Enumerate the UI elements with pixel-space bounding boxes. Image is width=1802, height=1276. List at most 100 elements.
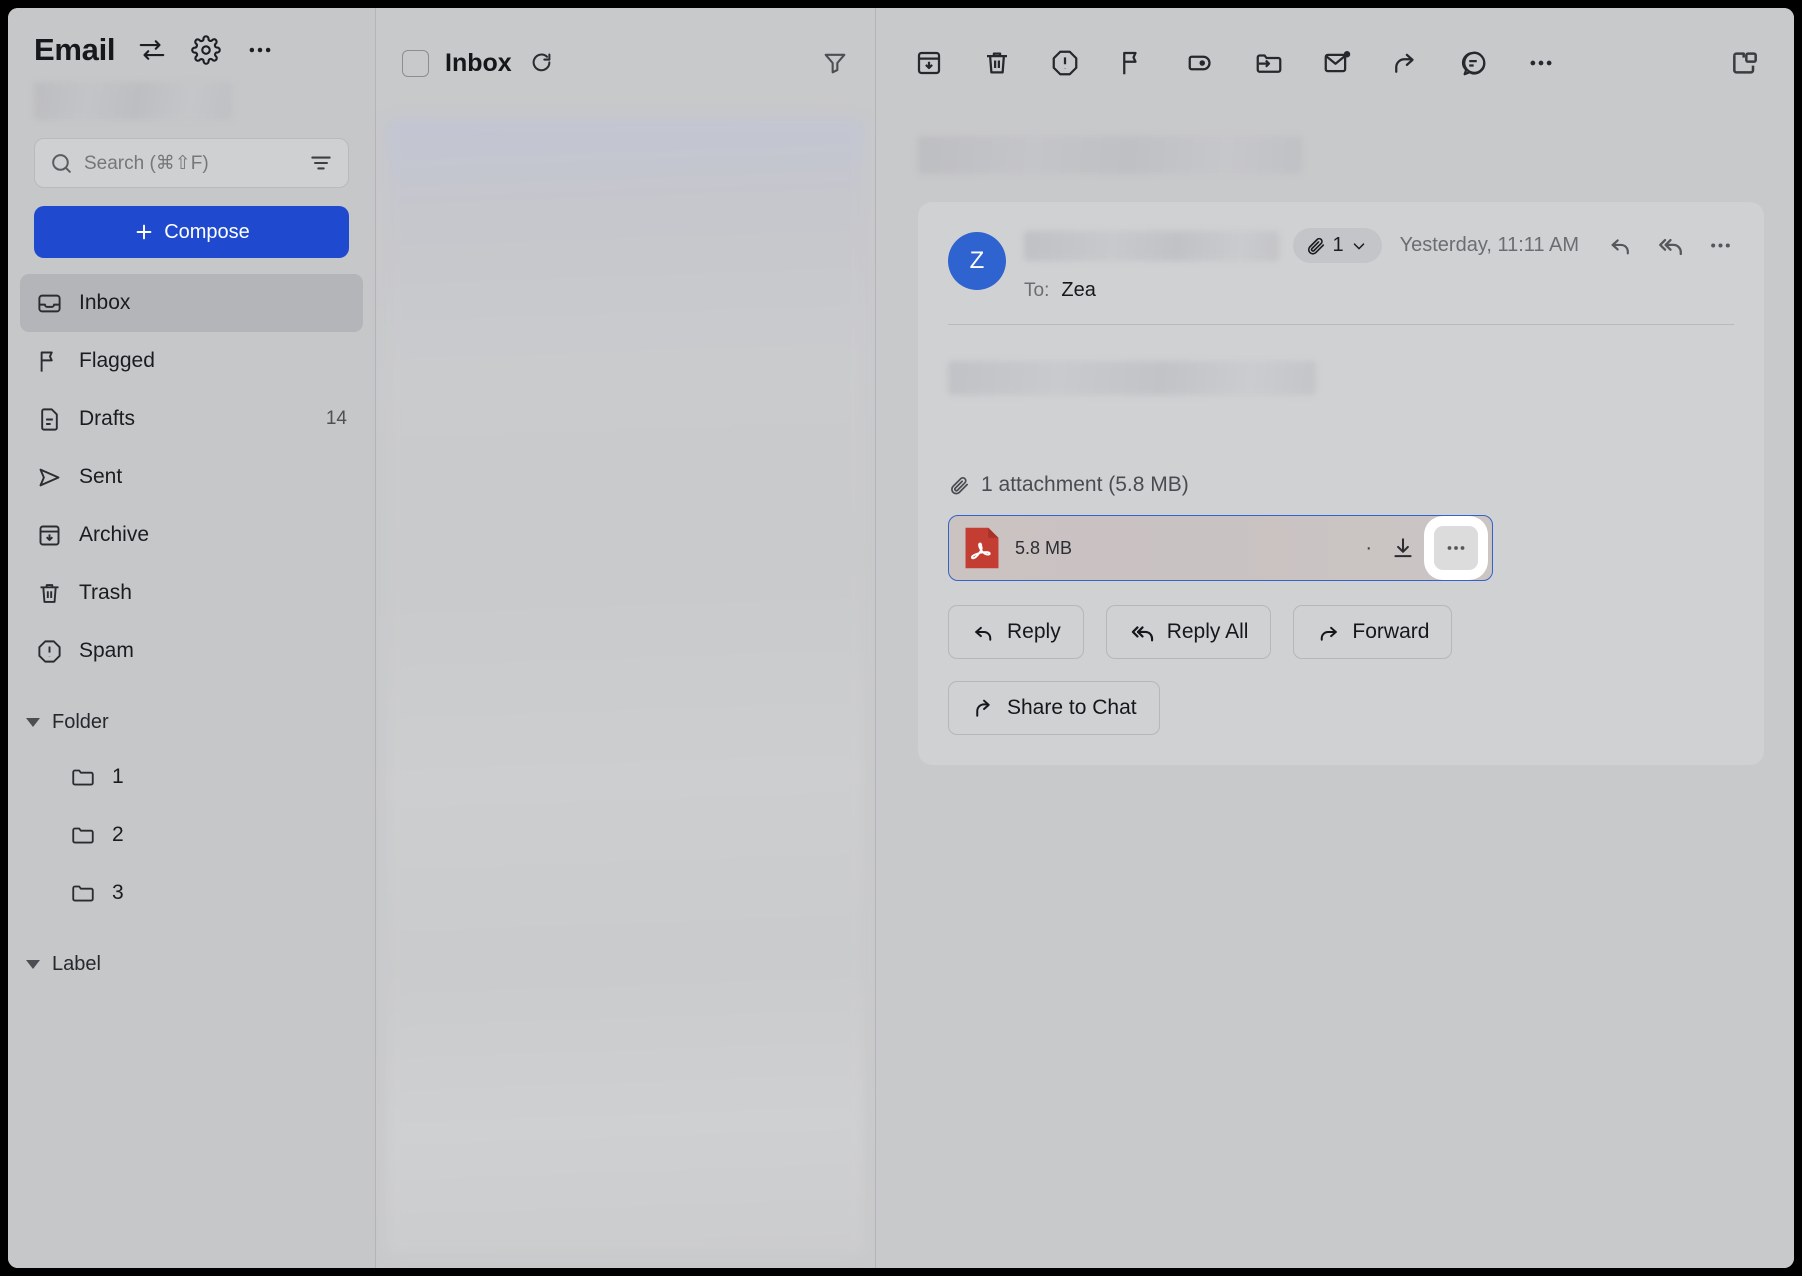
chat-bubble-icon[interactable] bbox=[1450, 40, 1496, 86]
paperclip-icon bbox=[948, 474, 971, 497]
reply-button[interactable]: Reply bbox=[948, 605, 1084, 659]
sidebar: Email Search (⌘⇧F) Compose Inbox Flagged… bbox=[8, 8, 376, 1268]
sidebar-header-icons bbox=[137, 35, 275, 65]
folder-group-title: Folder bbox=[52, 710, 109, 733]
more-horizontal-icon[interactable] bbox=[245, 35, 275, 65]
message-list-body[interactable] bbox=[376, 118, 875, 1268]
split-view-icon[interactable] bbox=[1722, 40, 1768, 86]
forward-icon bbox=[1316, 620, 1341, 645]
forward-arrow-icon[interactable] bbox=[1382, 40, 1428, 86]
folder-icon bbox=[70, 822, 96, 848]
label-group-header[interactable]: Label bbox=[8, 938, 375, 990]
search-placeholder: Search (⌘⇧F) bbox=[84, 152, 209, 174]
refresh-icon[interactable] bbox=[528, 50, 555, 77]
reply-all-button[interactable]: Reply All bbox=[1105, 605, 1272, 659]
attachment-more-button[interactable] bbox=[1434, 526, 1478, 570]
flag-icon bbox=[36, 348, 63, 375]
select-all-checkbox[interactable] bbox=[402, 49, 429, 77]
sidebar-item-inbox[interactable]: Inbox bbox=[20, 274, 363, 332]
paper-plane-icon bbox=[36, 464, 63, 491]
sidebar-item-label: Flagged bbox=[79, 349, 155, 372]
mark-unread-icon[interactable] bbox=[1314, 40, 1360, 86]
gear-icon[interactable] bbox=[191, 35, 221, 65]
message-list-redacted bbox=[386, 118, 865, 1256]
message-list-column: Inbox bbox=[376, 8, 876, 1268]
sidebar-item-spam[interactable]: Spam bbox=[20, 622, 363, 680]
more-horizontal-icon[interactable] bbox=[1707, 232, 1734, 259]
spam-octagon-icon bbox=[36, 638, 63, 665]
email-header-row: Z 1 Yesterday, 11:11 AM To: Zea bbox=[948, 228, 1734, 302]
sidebar-item-label: Spam bbox=[79, 639, 134, 662]
filter-funnel-icon[interactable] bbox=[821, 49, 849, 77]
email-timestamp: Yesterday, 11:11 AM bbox=[1399, 234, 1579, 256]
spam-octagon-icon[interactable] bbox=[1042, 40, 1088, 86]
sidebar-item-flagged[interactable]: Flagged bbox=[20, 332, 363, 390]
document-icon bbox=[36, 406, 63, 433]
reply-all-button-label: Reply All bbox=[1166, 620, 1249, 643]
attachment-separator: · bbox=[1365, 537, 1372, 559]
trash-icon[interactable] bbox=[974, 40, 1020, 86]
search-input[interactable]: Search (⌘⇧F) bbox=[34, 138, 349, 188]
avatar: Z bbox=[948, 232, 1006, 290]
email-card: Z 1 Yesterday, 11:11 AM To: Zea 1 attach… bbox=[918, 202, 1764, 765]
share-chat-icon bbox=[971, 696, 996, 721]
header-divider bbox=[948, 324, 1734, 325]
plus-icon bbox=[133, 221, 155, 243]
attachment-count-chip[interactable]: 1 bbox=[1292, 228, 1382, 263]
folder-group-header[interactable]: Folder bbox=[8, 696, 375, 748]
attachment-summary: 1 attachment (5.8 MB) bbox=[948, 473, 1734, 497]
tag-icon[interactable] bbox=[1178, 40, 1224, 86]
share-to-chat-button[interactable]: Share to Chat bbox=[948, 681, 1160, 735]
email-app-window: Email Search (⌘⇧F) Compose Inbox Flagged… bbox=[8, 8, 1794, 1268]
email-header-content: 1 Yesterday, 11:11 AM To: Zea bbox=[1024, 228, 1734, 302]
folder-item-2[interactable]: 2 bbox=[8, 806, 375, 864]
folder-item-label: 1 bbox=[112, 765, 124, 788]
folder-icon bbox=[70, 764, 96, 790]
folder-item-3[interactable]: 3 bbox=[8, 864, 375, 922]
move-to-folder-icon[interactable] bbox=[1246, 40, 1292, 86]
sidebar-item-trash[interactable]: Trash bbox=[20, 564, 363, 622]
message-list-header: Inbox bbox=[376, 8, 875, 118]
reply-button-label: Reply bbox=[1007, 620, 1061, 643]
forward-button[interactable]: Forward bbox=[1293, 605, 1453, 659]
archive-icon[interactable] bbox=[906, 40, 952, 86]
message-list-title: Inbox bbox=[445, 48, 512, 77]
share-to-chat-label: Share to Chat bbox=[1007, 696, 1137, 719]
compose-label: Compose bbox=[164, 220, 250, 243]
sidebar-item-archive[interactable]: Archive bbox=[20, 506, 363, 564]
sync-icon[interactable] bbox=[137, 35, 167, 65]
folder-item-1[interactable]: 1 bbox=[8, 748, 375, 806]
paperclip-icon bbox=[1305, 235, 1327, 257]
compose-button[interactable]: Compose bbox=[34, 206, 349, 258]
label-group-title: Label bbox=[52, 952, 101, 975]
sidebar-item-label: Drafts bbox=[79, 407, 136, 430]
reading-pane: Z 1 Yesterday, 11:11 AM To: Zea 1 attach… bbox=[876, 8, 1794, 1268]
account-name-redacted bbox=[34, 82, 232, 120]
attachment-count: 1 bbox=[1332, 234, 1344, 256]
email-action-buttons: Reply Reply All Forward bbox=[948, 605, 1734, 659]
attachment-summary-text: 1 attachment (5.8 MB) bbox=[981, 473, 1189, 496]
reply-icon[interactable] bbox=[1607, 232, 1634, 259]
sidebar-item-label: Inbox bbox=[79, 291, 131, 314]
sidebar-item-sent[interactable]: Sent bbox=[20, 448, 363, 506]
to-value: Zea bbox=[1061, 279, 1096, 301]
filter-lines-icon[interactable] bbox=[308, 150, 334, 176]
email-recipient-row: To: Zea bbox=[1024, 279, 1734, 302]
forward-button-label: Forward bbox=[1352, 620, 1430, 643]
archive-icon bbox=[36, 522, 63, 549]
sidebar-item-label: Archive bbox=[79, 523, 150, 546]
chevron-down-icon bbox=[1350, 237, 1368, 255]
more-horizontal-icon[interactable] bbox=[1518, 40, 1564, 86]
reply-all-icon[interactable] bbox=[1656, 231, 1685, 260]
pdf-file-icon bbox=[963, 525, 1001, 571]
attachment-meta: 5.8 MB bbox=[1015, 538, 1351, 559]
to-label: To: bbox=[1024, 280, 1050, 301]
share-action-row: Share to Chat bbox=[948, 681, 1734, 735]
chevron-down-icon bbox=[26, 717, 40, 727]
sidebar-item-drafts[interactable]: Drafts 14 bbox=[20, 390, 363, 448]
download-icon[interactable] bbox=[1386, 531, 1420, 565]
attachment-size: 5.8 MB bbox=[1015, 537, 1073, 558]
attachment-item[interactable]: 5.8 MB · bbox=[948, 515, 1493, 581]
flag-icon[interactable] bbox=[1110, 40, 1156, 86]
sidebar-item-label: Sent bbox=[79, 465, 123, 488]
